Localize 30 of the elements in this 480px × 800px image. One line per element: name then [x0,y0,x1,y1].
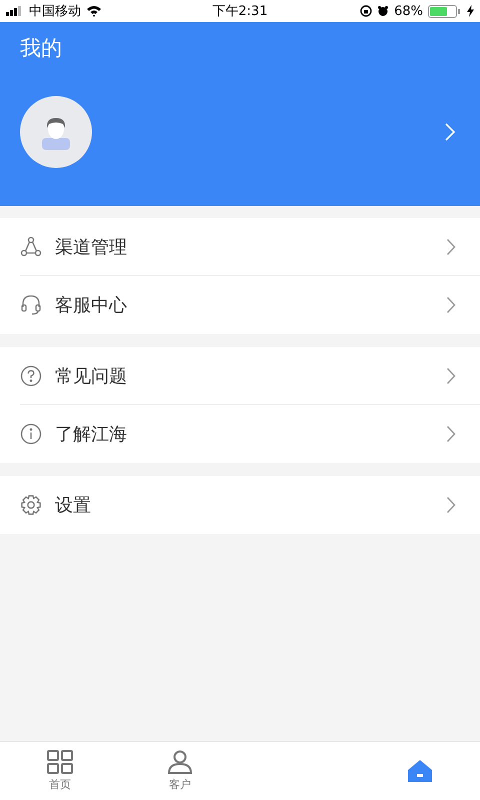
rotation-lock-icon [360,5,372,17]
charging-icon [467,5,474,17]
tab-item[interactable]: 客户 [120,742,240,800]
question-icon [20,364,42,386]
signal-icon [6,6,24,16]
chevron-right-icon[interactable] [444,122,456,142]
home-icon [407,759,433,783]
tab-item[interactable]: 首页 [0,742,120,800]
avatar-icon[interactable] [20,96,92,168]
battery-percent: 68% [394,4,423,18]
network-icon [20,236,42,258]
menu-item[interactable]: 常见问题 [20,347,480,405]
chevron-right-icon [446,496,456,514]
headset-icon [20,294,42,316]
wifi-icon [86,5,102,17]
chevron-right-icon [446,296,456,314]
settings-icon [20,494,42,516]
menu-item[interactable]: 渠道管理 [20,218,480,276]
carrier-name: 中国移动 [29,3,81,20]
person-icon [167,750,193,774]
battery-icon [428,4,462,18]
chevron-right-icon [446,366,456,384]
info-icon [20,423,42,445]
menu-item[interactable]: 客服中心 [20,276,480,334]
chevron-right-icon [446,425,456,443]
chevron-right-icon [446,238,456,256]
status-time: 下午2:31 [212,3,268,20]
grid-icon [47,750,73,774]
page-title: 我的 [20,35,63,62]
menu-item[interactable]: 了解江海 [20,405,480,463]
